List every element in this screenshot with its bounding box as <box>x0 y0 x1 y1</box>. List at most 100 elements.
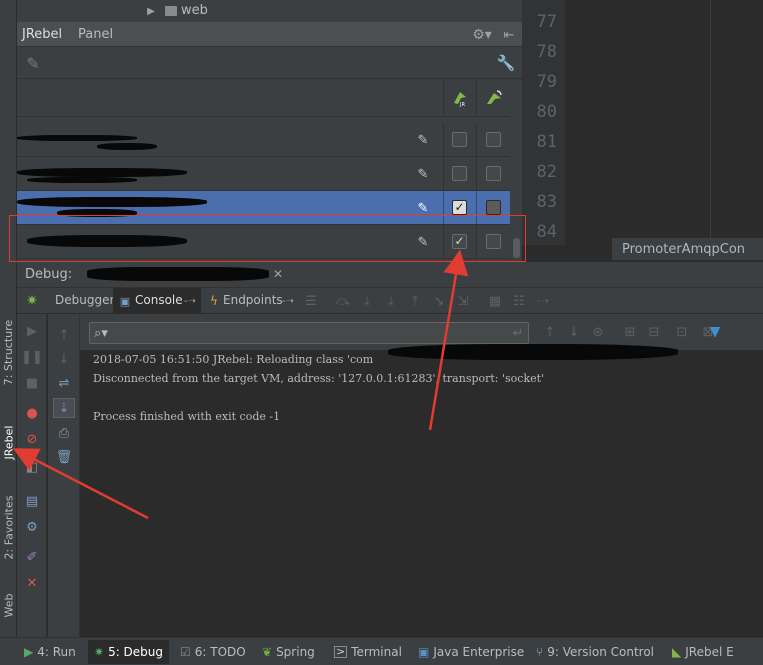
tab-debugger[interactable]: Debugger <box>55 293 114 307</box>
debug-tab-bar: ✷ Debugger ▣ Console -➝ ϟ Endpoints -➝ ☰… <box>17 288 763 314</box>
resume-icon[interactable]: ▶ <box>23 322 41 340</box>
tab-terminal[interactable]: > Terminal <box>334 642 402 662</box>
svg-text:JR: JR <box>459 102 465 107</box>
tab-structure[interactable]: 7: Structure <box>0 312 17 392</box>
scroll-up-icon[interactable]: ↑ <box>55 326 73 344</box>
tab-favorites-label: 2: Favorites <box>2 495 16 559</box>
wrench-icon[interactable]: 🔧 <box>497 53 516 73</box>
console-side-toolbar: ↑ ↓ ⇌ ⇣ ⎙ 🗑 <box>48 314 80 637</box>
step-into-icon[interactable]: ⤓ <box>359 293 375 309</box>
tab-jrebel-executor[interactable]: ◣ JRebel E <box>672 642 734 662</box>
layout-icon[interactable]: ▤ <box>23 492 41 510</box>
remote-enable-checkbox[interactable] <box>486 234 501 249</box>
tab-run[interactable]: ▶ 4: Run <box>24 642 76 662</box>
terminal-icon: > <box>334 645 348 658</box>
editor-breadcrumb[interactable]: PromoterAmqpCon <box>612 238 763 260</box>
search-icon: ⌕▾ <box>94 325 108 341</box>
edit-pencil-icon[interactable]: ✎ <box>415 234 431 250</box>
stop-icon[interactable]: ■ <box>23 374 41 392</box>
jrebel-enable-checkbox[interactable]: ✓ <box>452 234 467 249</box>
step-out-icon[interactable]: ⤒ <box>407 293 423 309</box>
mute-breakpoints-icon[interactable]: ⊘ <box>23 430 41 448</box>
tab-java-enterprise[interactable]: ▣ Java Enterprise <box>418 642 524 662</box>
edit-pencil-icon[interactable]: ✎ <box>415 166 431 182</box>
console-output[interactable]: 2018-07-05 16:51:50 JRebel: Reloading cl… <box>80 344 763 637</box>
tab-todo[interactable]: ☑ 6: TODO <box>180 642 246 662</box>
module-row[interactable]: ✎ <box>17 157 510 191</box>
console-line: 2018-07-05 16:51:50 JRebel: Reloading cl… <box>93 353 374 366</box>
previous-occurrence-icon[interactable]: ↑ <box>542 324 558 340</box>
next-occurrence-icon[interactable]: ↓ <box>566 324 582 340</box>
remove-occurrence-icon[interactable]: ⊟ <box>646 324 662 340</box>
pause-icon[interactable]: ❚❚ <box>21 348 43 366</box>
hide-panel-icon[interactable]: ⇤ <box>501 26 517 44</box>
console-search-input[interactable]: ⌕▾ ↵ <box>89 322 529 344</box>
java-enterprise-icon: ▣ <box>418 645 430 659</box>
settings-icon[interactable]: ⚙ <box>23 518 41 536</box>
debug-title-bar: Debug: ✕ <box>17 262 763 288</box>
tab-version-control[interactable]: ⑂ 9: Version Control <box>536 642 654 662</box>
restore-layout-icon[interactable]: -➝ <box>281 294 295 308</box>
run-icon: ▶ <box>24 645 34 659</box>
restore-layout-icon[interactable]: -➝ <box>183 294 197 308</box>
tab-web-label: Web <box>2 593 16 617</box>
soft-wrap-icon[interactable]: ⇌ <box>55 374 73 392</box>
run-to-cursor-icon[interactable]: ⇲ <box>455 293 471 309</box>
enter-icon[interactable]: ↵ <box>510 325 526 341</box>
jrebel-enable-checkbox[interactable] <box>452 132 467 147</box>
print-icon[interactable]: ⎙ <box>55 424 73 442</box>
jrebel-rebel-icon[interactable]: ✎ <box>24 53 42 73</box>
edit-pencil-icon[interactable]: ✎ <box>415 132 431 148</box>
module-row[interactable]: ✎ ✓ <box>17 225 510 259</box>
tool-window-bar: ▶ 4: Run ✷ 5: Debug ☑ 6: TODO ❦ Spring >… <box>0 637 763 665</box>
tab-favorites[interactable]: 2: Favorites <box>0 482 17 572</box>
find-all-icon[interactable]: ⊛ <box>590 324 606 340</box>
evaluate-expression-icon[interactable]: ▦ <box>487 293 503 309</box>
step-over-icon[interactable]: ⤼ <box>335 293 351 309</box>
pin-icon[interactable]: ✐ <box>23 548 41 566</box>
remote-enable-checkbox[interactable] <box>486 200 501 215</box>
remote-enable-checkbox[interactable] <box>486 166 501 181</box>
settings-gear-icon[interactable]: ⚙▾ <box>472 26 492 44</box>
restore-layout-icon[interactable]: -➝ <box>535 293 551 309</box>
trace-icon[interactable]: ☷ <box>511 293 527 309</box>
remote-enable-checkbox[interactable] <box>486 132 501 147</box>
project-tree-row[interactable]: ▶ web <box>17 0 522 22</box>
tab-console[interactable]: Console <box>135 293 183 307</box>
close-session-icon[interactable]: ✕ <box>271 266 285 282</box>
module-row-selected[interactable]: ✎ ✓ <box>17 191 510 225</box>
console-icon: ▣ <box>119 294 131 308</box>
select-all-occurrences-icon[interactable]: ⊡ <box>674 324 690 340</box>
edit-pencil-icon[interactable]: ✎ <box>415 200 431 216</box>
panel-scrollbar[interactable] <box>512 80 522 262</box>
force-step-into-icon[interactable]: ⤓ <box>383 293 399 309</box>
clear-all-icon[interactable]: 🗑 <box>55 448 73 466</box>
get-thread-dump-icon[interactable]: ◧ <box>23 458 41 476</box>
jrebel-enable-checkbox[interactable]: ✓ <box>452 200 467 215</box>
tab-spring[interactable]: ❦ Spring <box>262 642 315 662</box>
left-tool-strip: 7: Structure JRebel 2: Favorites Web <box>0 0 17 637</box>
scroll-to-end-icon[interactable]: ⇣ <box>53 398 75 418</box>
tab-jrebel[interactable]: JRebel <box>0 412 17 472</box>
filter-icon[interactable]: ▼ <box>706 324 724 340</box>
tab-web[interactable]: Web <box>0 580 17 630</box>
view-breakpoints-icon[interactable]: ● <box>23 404 41 422</box>
tab-jrebel-panel[interactable]: JRebel <box>22 27 62 42</box>
debug-icon: ✷ <box>94 645 105 659</box>
tab-panel[interactable]: Panel <box>78 27 113 42</box>
rerun-icon[interactable]: ✷ <box>23 292 41 310</box>
tab-endpoints[interactable]: Endpoints <box>223 293 283 307</box>
expand-arrow-icon[interactable]: ▶ <box>145 4 157 18</box>
jrebel-enable-checkbox[interactable] <box>452 166 467 181</box>
scroll-down-icon[interactable]: ↓ <box>55 350 73 368</box>
tab-debug[interactable]: ✷ 5: Debug <box>88 640 170 664</box>
todo-icon: ☑ <box>180 645 191 659</box>
close-icon[interactable]: ✕ <box>23 574 41 592</box>
spring-icon: ❦ <box>262 645 273 659</box>
tab-version-control-label: 9: Version Control <box>547 645 655 659</box>
module-row[interactable]: ✎ <box>17 123 510 157</box>
add-occurrence-icon[interactable]: ⊞ <box>622 324 638 340</box>
show-execution-point-icon[interactable]: ☰ <box>303 293 319 309</box>
drop-frame-icon[interactable]: ↘ <box>431 293 447 309</box>
tab-terminal-label: Terminal <box>351 645 402 659</box>
